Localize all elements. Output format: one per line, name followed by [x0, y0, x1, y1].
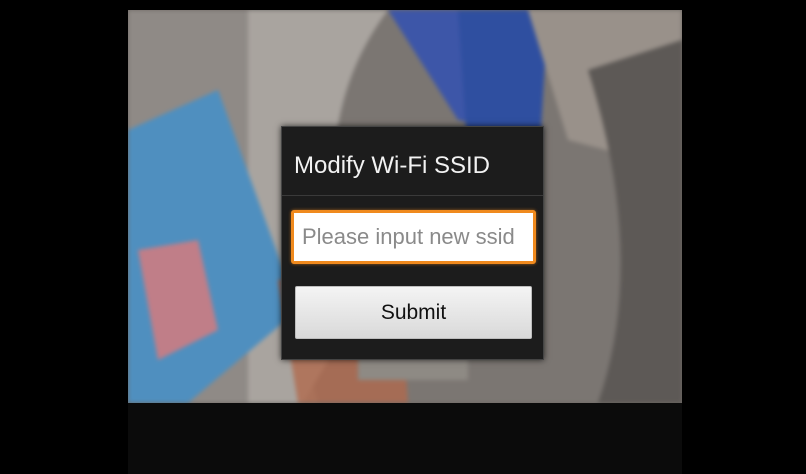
submit-button[interactable]: Submit — [295, 286, 532, 339]
app-screen: Modify Wi-Fi SSID Submit — [0, 0, 806, 474]
dialog-divider — [282, 195, 543, 196]
dialog-title: Modify Wi-Fi SSID — [294, 152, 491, 179]
modify-ssid-dialog: Modify Wi-Fi SSID Submit — [281, 126, 544, 360]
ssid-input[interactable] — [291, 210, 536, 264]
bottom-bar — [128, 403, 682, 474]
